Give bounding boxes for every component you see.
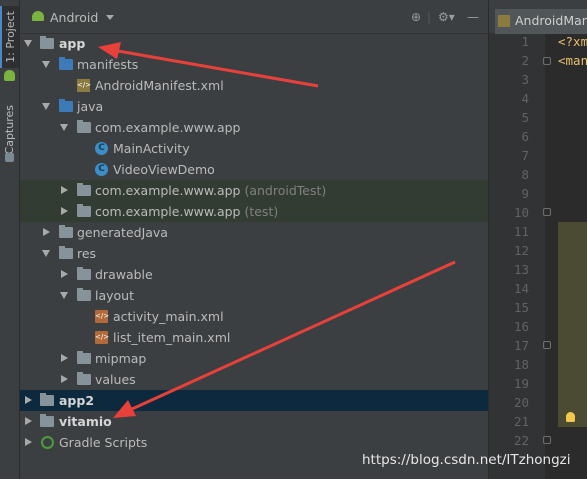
annotation-arrow-to-vitamio: [113, 260, 456, 418]
annotation-arrows: [98, 42, 456, 418]
watermark-text: https://blog.csdn.net/ITzhongzi: [362, 452, 571, 468]
annotation-arrow-to-app: [98, 42, 319, 88]
